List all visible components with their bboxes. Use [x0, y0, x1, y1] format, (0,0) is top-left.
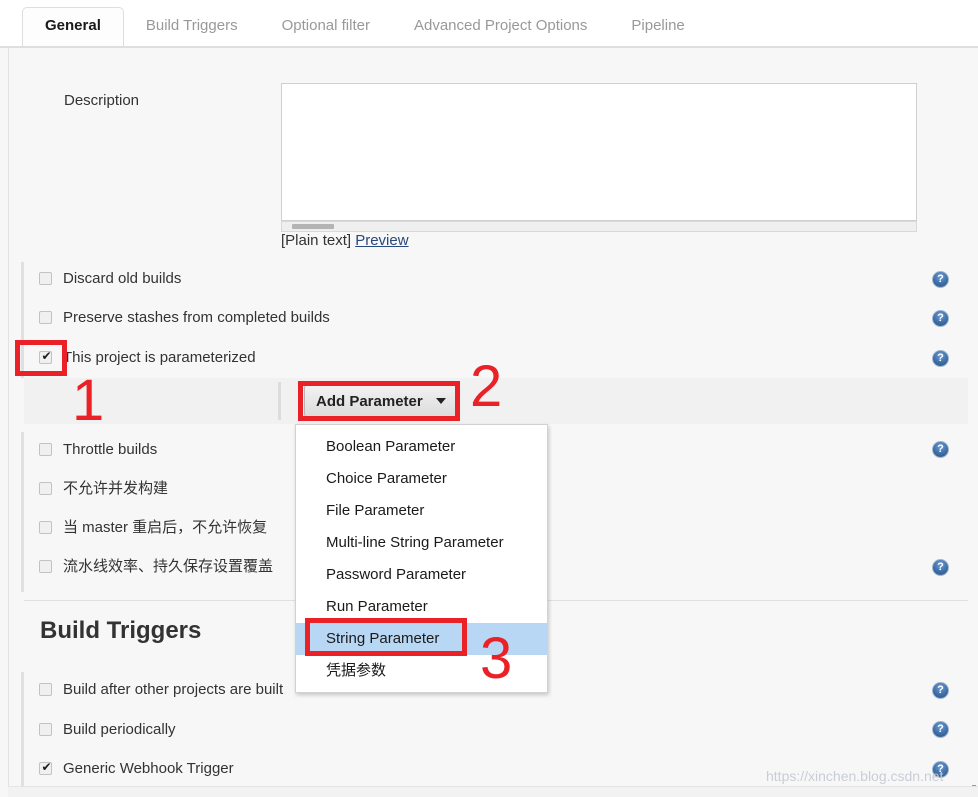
annotation-number-3: 3: [480, 626, 513, 691]
checkbox-disallow-resume-after-master-restart[interactable]: [39, 521, 52, 534]
checkbox-build-periodically[interactable]: [39, 723, 52, 736]
jenkins-job-config-page: General Build Triggers Optional filter A…: [0, 0, 978, 797]
row-discard-old-builds[interactable]: Discard old builds: [24, 266, 964, 296]
help-question-icon[interactable]: [932, 310, 949, 327]
help-question-icon[interactable]: [932, 682, 949, 699]
watermark-text: https://xinchen.blog.csdn.net: [766, 768, 944, 784]
checkbox-build-after-other-projects[interactable]: [39, 683, 52, 696]
description-textarea[interactable]: [281, 83, 917, 221]
config-tab-bar: General Build Triggers Optional filter A…: [0, 0, 978, 48]
annotation-box-1: [15, 340, 67, 376]
menu-item-choice-parameter[interactable]: Choice Parameter: [296, 463, 547, 495]
checkbox-generic-webhook-trigger[interactable]: [39, 759, 53, 776]
tab-build-triggers[interactable]: Build Triggers: [124, 8, 260, 45]
label-preserve-stashes: Preserve stashes from completed builds: [63, 309, 330, 326]
label-discard-old-builds: Discard old builds: [63, 270, 182, 287]
tab-list: General Build Triggers Optional filter A…: [22, 7, 707, 46]
tab-general[interactable]: General: [22, 7, 124, 46]
tab-advanced-project-options[interactable]: Advanced Project Options: [392, 8, 609, 45]
help-question-icon[interactable]: [932, 721, 949, 738]
checkbox-disallow-concurrent-builds[interactable]: [39, 482, 52, 495]
annotation-box-2: [298, 381, 460, 421]
checkbox-discard-old-builds[interactable]: [39, 272, 52, 285]
description-label: Description: [64, 92, 140, 109]
checkbox-preserve-stashes[interactable]: [39, 311, 52, 324]
menu-item-boolean-parameter[interactable]: Boolean Parameter: [296, 431, 547, 463]
help-question-icon[interactable]: [932, 271, 949, 288]
menu-item-file-parameter[interactable]: File Parameter: [296, 495, 547, 527]
menu-item-password-parameter[interactable]: Password Parameter: [296, 559, 547, 591]
annotation-number-1: 1: [72, 368, 105, 433]
row-build-periodically[interactable]: Build periodically: [24, 717, 964, 747]
page-bottom-strip: [8, 786, 978, 797]
plain-text-label: [Plain text]: [281, 232, 352, 249]
tab-pipeline[interactable]: Pipeline: [609, 8, 706, 45]
label-disallow-resume-after-master-restart: 当 master 重启后，不允许恢复: [63, 519, 268, 536]
description-horizontal-scrollbar[interactable]: [281, 221, 917, 232]
checkbox-pipeline-speed-durability-override[interactable]: [39, 560, 52, 573]
build-triggers-heading: Build Triggers: [40, 617, 202, 644]
annotation-number-2: 2: [470, 354, 503, 419]
label-build-periodically: Build periodically: [63, 721, 176, 738]
add-parameter-indent-rule: [278, 382, 281, 420]
preview-link[interactable]: Preview: [355, 232, 408, 249]
checkbox-throttle-builds[interactable]: [39, 443, 52, 456]
row-preserve-stashes[interactable]: Preserve stashes from completed builds: [24, 305, 964, 335]
help-question-icon[interactable]: [932, 441, 949, 458]
label-pipeline-speed-durability-override: 流水线效率、持久保存设置覆盖: [63, 558, 274, 575]
label-throttle-builds: Throttle builds: [63, 441, 158, 458]
menu-item-multi-line-string-parameter[interactable]: Multi-line String Parameter: [296, 527, 547, 559]
label-disallow-concurrent-builds: 不允许并发构建: [63, 480, 169, 497]
description-scrollbar-thumb[interactable]: [292, 224, 334, 229]
help-question-icon[interactable]: [932, 559, 949, 576]
tab-optional-filter[interactable]: Optional filter: [260, 8, 392, 45]
annotation-box-3: [305, 618, 467, 656]
help-question-icon[interactable]: [932, 350, 949, 367]
label-build-after-other-projects: Build after other projects are built: [63, 681, 284, 698]
description-markup-note: [Plain text] Preview: [281, 232, 409, 249]
label-generic-webhook-trigger: Generic Webhook Trigger: [63, 760, 234, 777]
